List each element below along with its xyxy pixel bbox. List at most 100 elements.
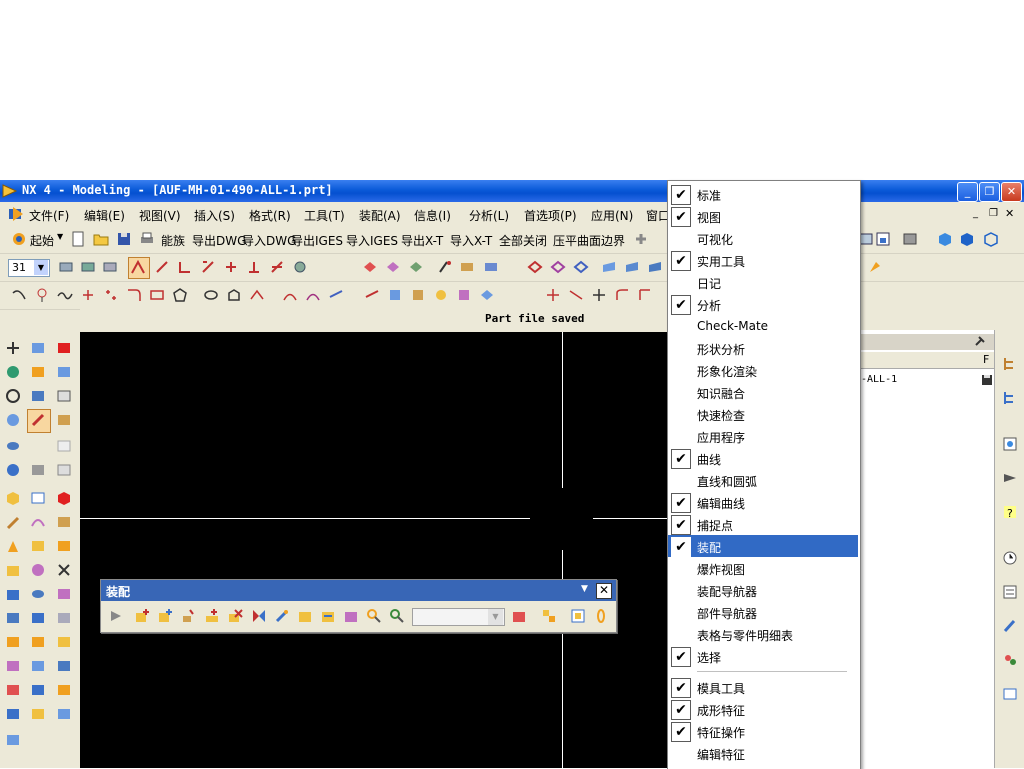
datum-axis-icon[interactable] [5,412,21,428]
navigator-part-node[interactable]: -ALL-1 [861,374,897,385]
print-icon[interactable] [139,231,155,247]
mold-edge-icon[interactable] [56,610,72,626]
sphere-icon[interactable] [5,562,21,578]
draft-icon[interactable] [30,514,46,530]
polygon-icon[interactable] [172,287,188,303]
menu-format[interactable]: 格式(R) [249,207,291,224]
history-tab-icon[interactable] [1002,470,1018,486]
title-bar[interactable]: NX 4 - Modeling - [AUF-MH-01-490-ALL-1.p… [0,180,1024,202]
shaded-cube-icon[interactable] [937,231,953,247]
reference-set-dropdown-icon[interactable]: ▼ [488,609,503,625]
toolbar-menu-item[interactable]: ✔ 曲线 [668,447,858,469]
family-button[interactable]: 能族 [161,232,185,249]
divide-curve-icon[interactable] [591,287,607,303]
menu-view[interactable]: 视图(V) [139,207,181,224]
instance-icon[interactable] [30,634,46,650]
create-new-component-icon[interactable] [157,608,173,624]
curve-more-icon[interactable] [479,287,495,303]
toolbar-menu-item[interactable]: ✔ 成形特征 [668,698,858,720]
mate-component-icon[interactable] [204,608,220,624]
trim-corner-icon[interactable] [568,287,584,303]
groove-icon[interactable] [5,706,21,722]
spline-icon[interactable] [57,287,73,303]
component-array-icon[interactable] [251,608,267,624]
minimize-button[interactable]: _ [957,182,978,202]
subtract-icon[interactable] [30,364,46,380]
layer-select[interactable]: 31 ▼ [8,259,50,277]
toolbar-menu-item[interactable]: ✔ 模具工具 [668,676,858,698]
unite-icon[interactable] [30,340,46,356]
pad-icon[interactable] [5,658,21,674]
reference-set-select[interactable]: ▼ [412,608,505,626]
find-component-icon[interactable] [366,608,382,624]
menu-edit[interactable]: 编辑(E) [84,207,125,224]
revolve-icon[interactable] [5,462,21,478]
start-dropdown-icon[interactable]: ▼ [57,232,63,241]
add-existing-component-icon[interactable] [134,608,150,624]
toolbar-menu-item[interactable]: 应用程序 [668,425,858,447]
column-header[interactable]: F [983,353,989,366]
edit-icon[interactable] [527,259,543,275]
toolbar-menu-item[interactable]: 快速检查 [668,403,858,425]
snap-center-icon[interactable] [246,259,262,275]
import-dwg-button[interactable]: 导入DWG [242,232,296,249]
assembly-navigator-tab-icon[interactable] [1002,356,1018,372]
block-icon[interactable] [5,490,21,506]
mold-block-icon[interactable] [56,682,72,698]
toolbar-menu-item[interactable]: 日记 [668,271,858,293]
trim-body-icon[interactable] [30,586,46,602]
restore-button[interactable]: ❐ [979,182,1000,202]
new-file-icon[interactable] [70,231,86,247]
sketch-icon[interactable] [5,364,21,380]
point-plus-icon[interactable] [80,287,96,303]
extract-curve-icon[interactable] [433,287,449,303]
point-icon[interactable] [34,287,50,303]
datum-plane-icon[interactable] [5,388,21,404]
toolbar-menu-item[interactable]: ✔ 分析 [668,293,858,315]
import-iges-button[interactable]: 导入IGES [346,232,398,249]
menu-analysis[interactable]: 分析(L) [469,207,509,224]
sew-icon[interactable] [30,658,46,674]
open-component-icon[interactable] [389,608,405,624]
snap-existing-icon[interactable] [292,259,308,275]
mold-delete-icon[interactable] [56,562,72,578]
solid-cube-icon[interactable] [959,231,975,247]
toolbar-menu-item[interactable]: 形象化渲染 [668,359,858,381]
datum-csys-icon[interactable] [5,340,21,356]
fit-view-icon[interactable] [875,231,891,247]
chamfer-icon[interactable] [30,462,46,478]
layer-visible-icon[interactable] [80,259,96,275]
pocket-icon[interactable] [5,634,21,650]
toolbar-menu-item[interactable]: 知识融合 [668,381,858,403]
arrangement-icon[interactable] [511,608,527,624]
section-curve-icon[interactable] [410,287,426,303]
hole-icon[interactable] [5,586,21,602]
arc-icon[interactable] [11,287,27,303]
menu-file[interactable]: 文件(F) [29,207,69,224]
toolbar-menu-item[interactable]: ✔ 装配 [668,535,858,557]
toolbar-menu-item[interactable]: 可视化 [668,227,858,249]
mold-split-icon[interactable] [56,364,72,380]
mold-tool-icon[interactable] [56,706,72,722]
edit-position-icon[interactable] [573,259,589,275]
assembly-toolbar-close-button[interactable]: ✕ [596,583,612,599]
close-button[interactable]: ✕ [1001,182,1022,202]
close-all-button[interactable]: 全部关闭 [499,232,547,249]
snap-control-icon[interactable] [200,259,216,275]
menu-information[interactable]: 信息(I) [414,207,451,224]
toolbar-menu-item[interactable]: ✔ 实用工具 [668,249,858,271]
assembly-toolbar-titlebar[interactable]: 装配 ▼ ✕ [101,580,616,601]
graphics-window[interactable] [80,332,668,768]
toolbar-menu-item[interactable]: 表格与零件明细表 [668,623,858,645]
toolbar-menu-item[interactable]: ✔ 特征操作 [668,720,858,742]
toolbar-menu-item[interactable]: 爆炸视图 [668,557,858,579]
move-component-icon[interactable] [274,608,290,624]
red-cube-icon[interactable] [56,490,72,506]
wireframe-cube-icon[interactable] [983,231,999,247]
web-browser-tab-icon[interactable] [1002,436,1018,452]
mold-box-icon[interactable] [56,388,72,404]
palette-tab-icon[interactable] [1002,584,1018,600]
mold-envelope-icon[interactable] [56,634,72,650]
users-tab-icon[interactable] [1002,652,1018,668]
system-tab-icon[interactable] [1002,686,1018,702]
